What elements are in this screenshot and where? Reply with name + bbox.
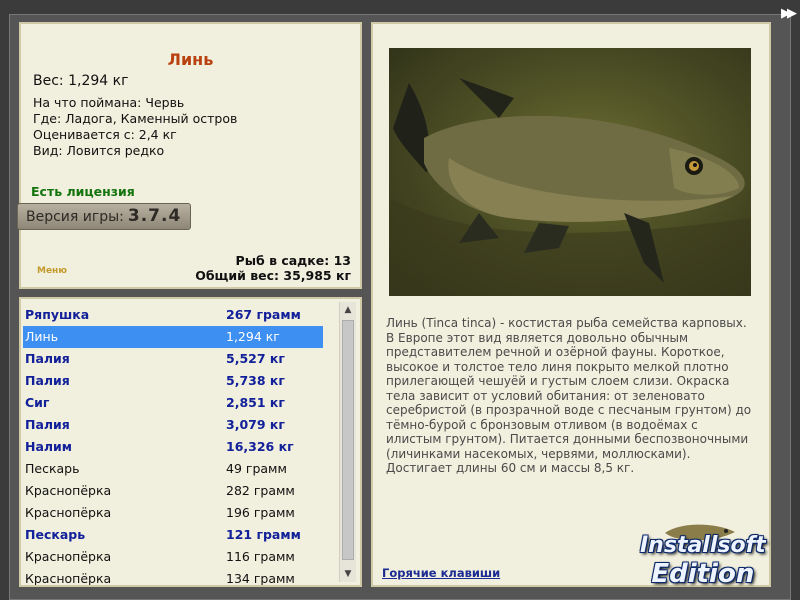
catch-list-item[interactable]: Краснопёрка 282 грамм [23, 480, 323, 502]
fish-location: Где: Ладога, Каменный остров [33, 111, 238, 126]
scrollbar-thumb[interactable] [342, 320, 354, 560]
catch-list-item[interactable]: Палия 5,527 кг [23, 348, 323, 370]
installsoft-logo: Installsoft Edition [640, 532, 766, 588]
catch-stats: Рыб в садке: 13 Общий вес: 35,985 кг [195, 253, 351, 283]
description-panel: Линь (Tinca tinca) - костистая рыба семе… [371, 22, 771, 587]
fish-value: Оценивается с: 2,4 кг [33, 127, 177, 142]
fish-title: Линь [167, 50, 214, 69]
catch-item-weight: 267 грамм [226, 307, 301, 322]
fish-weight: Вес: 1,294 кг [33, 73, 129, 89]
catch-item-name: Линь [25, 329, 59, 344]
arrow-up-icon[interactable]: ▲ [340, 302, 356, 318]
fish-info-panel: Линь Вес: 1,294 кг На что поймана: Червь… [17, 22, 362, 289]
catch-item-weight: 1,294 кг [226, 329, 280, 344]
catch-item-name: Краснопёрка [25, 505, 112, 520]
catch-item-name: Налим [25, 439, 73, 454]
catch-item-name: Палия [25, 417, 70, 432]
menu-button[interactable]: Меню [37, 266, 67, 276]
catch-list-item[interactable]: Сиг 2,851 кг [23, 392, 323, 414]
logo-line2: Edition [651, 559, 755, 589]
catch-item-weight: 49 грамм [226, 461, 287, 476]
catch-list-item[interactable]: Палия 3,079 кг [23, 414, 323, 436]
catch-list: Ряпушка 267 грамм Линь 1,294 кг Палия 5,527 к… [23, 304, 323, 586]
catch-item-weight: 5,738 кг [226, 373, 285, 388]
catch-item-weight: 16,326 кг [226, 439, 294, 454]
catch-list-item[interactable]: Налим 16,326 кг [23, 436, 323, 458]
catch-item-weight: 196 грамм [226, 505, 295, 520]
tench-image [389, 78, 751, 296]
catch-list-item[interactable]: Ряпушка 267 грамм [23, 304, 323, 326]
hotkeys-link[interactable]: Горячие клавиши [382, 566, 500, 580]
catch-item-weight: 3,079 кг [226, 417, 285, 432]
catch-item-name: Палия [25, 351, 70, 366]
catch-list-item[interactable]: Краснопёрка 134 грамм [23, 568, 323, 586]
catch-item-name: Краснопёрка [25, 549, 112, 564]
fish-count: Рыб в садке: 13 [235, 253, 351, 268]
version-number: 3.7.4 [127, 206, 182, 226]
catch-item-weight: 121 грамм [226, 527, 301, 542]
catch-item-name: Краснопёрка [25, 571, 112, 586]
fish-photo [389, 48, 751, 296]
fish-description: Линь (Tinca tinca) - костистая рыба семе… [386, 316, 752, 475]
catch-list-item[interactable]: Линь 1,294 кг [23, 326, 323, 348]
catch-list-item[interactable]: Пескарь 49 грамм [23, 458, 323, 480]
catch-item-weight: 5,527 кг [226, 351, 285, 366]
catch-item-name: Ряпушка [25, 307, 90, 322]
fish-rarity: Вид: Ловится редко [33, 143, 165, 158]
logo-line1: Installsoft [640, 533, 766, 558]
catch-item-weight: 116 грамм [226, 549, 295, 564]
fish-details: На что поймана: Червь Где: Ладога, Камен… [33, 95, 237, 159]
catch-item-name: Краснопёрка [25, 483, 112, 498]
catch-list-item[interactable]: Палия 5,738 кг [23, 370, 323, 392]
arrow-down-icon[interactable]: ▼ [340, 566, 356, 582]
list-scrollbar[interactable]: ▲ ▼ [339, 302, 356, 582]
catch-item-weight: 2,851 кг [226, 395, 285, 410]
total-weight: Общий вес: 35,985 кг [195, 268, 351, 283]
catch-item-weight: 282 грамм [226, 483, 295, 498]
catch-list-item[interactable]: Краснопёрка 116 грамм [23, 546, 323, 568]
catch-item-name: Сиг [25, 395, 50, 410]
version-badge: Версия игры: 3.7.4 [17, 203, 191, 230]
next-page-icon[interactable]: ▶▶ [781, 6, 797, 21]
catch-item-name: Пескарь [25, 461, 80, 476]
version-label: Версия игры: [26, 209, 124, 225]
fish-bait: На что поймана: Червь [33, 95, 185, 110]
catch-list-item[interactable]: Пескарь 121 грамм [23, 524, 323, 546]
catch-item-name: Пескарь [25, 527, 86, 542]
catch-item-weight: 134 грамм [226, 571, 295, 586]
catch-list-panel: Ряпушка 267 грамм Линь 1,294 кг Палия 5,527 к… [19, 297, 362, 587]
catch-item-name: Палия [25, 373, 70, 388]
catch-list-item[interactable]: Краснопёрка 196 грамм [23, 502, 323, 524]
license-status: Есть лицензия [31, 184, 135, 199]
